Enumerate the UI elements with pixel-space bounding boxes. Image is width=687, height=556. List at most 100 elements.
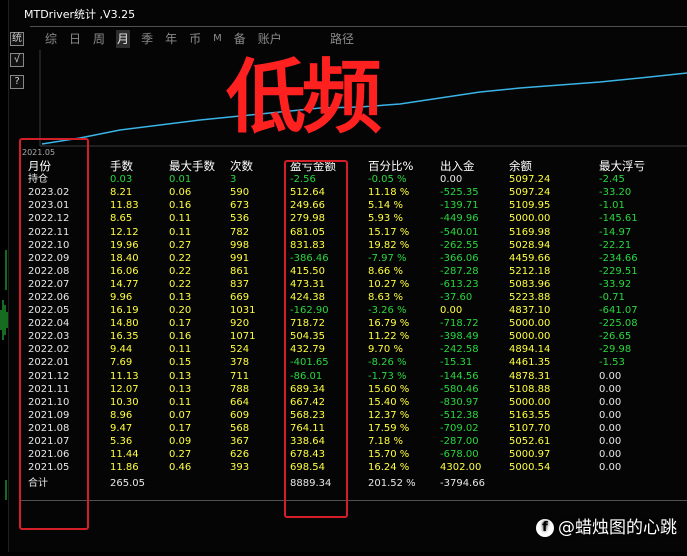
cell-deposit: -580.46 bbox=[440, 383, 479, 395]
cell-percent: 10.27 % bbox=[368, 278, 410, 290]
total-count bbox=[230, 474, 290, 490]
cell-deposit: -678.00 bbox=[440, 449, 479, 461]
cell-balance: 5097.24 bbox=[509, 187, 551, 199]
table-row[interactable]: 2022.02 9.44 0.11 524 432.79 9.70 % -242.58 489… bbox=[28, 343, 679, 356]
cell-count: 568 bbox=[230, 422, 250, 434]
table-row[interactable]: 2022.10 19.96 0.27 998 831.83 19.82 % -262.55 5… bbox=[28, 239, 679, 252]
cell-max-lots: 0.22 bbox=[169, 265, 192, 277]
table-row[interactable]: 持仓 0.03 0.01 3 -2.56 -0.05 % 0.00 5097.24 -2.45 bbox=[28, 173, 679, 186]
table-row[interactable]: 2021.08 9.47 0.17 568 764.11 17.59 % -709.02 51… bbox=[28, 422, 679, 435]
table-row[interactable]: 2022.11 12.12 0.11 782 681.05 15.17 % -540.01 5… bbox=[28, 225, 679, 238]
overlay-annotation: 低频 bbox=[226, 51, 382, 144]
table-row[interactable]: 2021.12 11.13 0.13 711 -86.01 -1.73 % -144.56 4… bbox=[28, 370, 679, 383]
table-row[interactable]: 2023.02 8.21 0.06 590 512.64 11.18 % -525.35 50… bbox=[28, 186, 679, 199]
cell-lots: 16.19 bbox=[110, 305, 139, 317]
cell-lots: 11.83 bbox=[110, 200, 139, 212]
cell-count: 673 bbox=[230, 200, 250, 212]
title-divider bbox=[30, 26, 687, 27]
cell-deposit: -37.60 bbox=[440, 291, 473, 303]
cell-percent: 15.70 % bbox=[368, 449, 410, 461]
cell-count: 837 bbox=[230, 278, 250, 290]
table-row[interactable]: 2021.05 11.86 0.46 393 698.54 16.24 % 4302.00 5… bbox=[28, 461, 679, 474]
cell-percent: 8.63 % bbox=[368, 291, 403, 303]
tab-week[interactable]: 周 bbox=[92, 30, 106, 48]
cell-max-drawdown: -33.20 bbox=[599, 187, 632, 199]
watermark-icon: f bbox=[536, 519, 554, 537]
cell-lots: 11.86 bbox=[110, 462, 139, 474]
table-row[interactable]: 2022.08 16.06 0.22 861 415.50 8.66 % -287.28 52… bbox=[28, 265, 679, 278]
cell-count: 524 bbox=[230, 344, 250, 356]
cell-max-lots: 0.11 bbox=[169, 396, 192, 408]
tab-account[interactable]: 账户 bbox=[257, 30, 283, 48]
table-row[interactable]: 2022.07 14.77 0.22 837 473.31 10.27 % -613.23 5… bbox=[28, 278, 679, 291]
cell-percent: -8.26 % bbox=[368, 357, 407, 369]
table-row[interactable]: 2021.10 10.30 0.11 664 667.42 15.40 % -830.97 5… bbox=[28, 396, 679, 409]
cell-max-lots: 0.07 bbox=[169, 409, 192, 421]
cell-count: 788 bbox=[230, 383, 250, 395]
cell-lots: 9.44 bbox=[110, 344, 133, 356]
table-row[interactable]: 2022.06 9.96 0.13 669 424.38 8.63 % -37.60 5223… bbox=[28, 291, 679, 304]
table-row[interactable]: 2022.04 14.80 0.17 920 718.72 16.79 % -718.72 5… bbox=[28, 317, 679, 330]
table-total-row: 合计 265.05 8889.34 201.52 % -3794.66 bbox=[28, 474, 679, 490]
total-divider bbox=[20, 500, 687, 501]
table-row[interactable]: 2021.11 12.07 0.13 788 689.34 15.60 % -580.46 5… bbox=[28, 383, 679, 396]
tab-currency[interactable]: 币 bbox=[188, 30, 202, 48]
cell-max-drawdown: 0.00 bbox=[599, 396, 622, 408]
cell-count: 590 bbox=[230, 187, 250, 199]
cell-deposit: -287.00 bbox=[440, 436, 479, 448]
cell-max-lots: 0.17 bbox=[169, 422, 192, 434]
cell-count: 393 bbox=[230, 462, 250, 474]
stats-button[interactable]: 统 bbox=[10, 32, 24, 46]
header-max-drawdown[interactable]: 最大浮亏 bbox=[599, 160, 679, 173]
cell-max-lots: 0.06 bbox=[169, 187, 192, 199]
table-row[interactable]: 2023.01 11.83 0.16 673 249.66 5.14 % -139.71 51… bbox=[28, 199, 679, 212]
table-row[interactable]: 2022.03 16.35 0.16 1071 504.35 11.22 % -398.49… bbox=[28, 330, 679, 343]
tab-path[interactable]: 路径 bbox=[330, 30, 354, 48]
cell-count: 711 bbox=[230, 370, 250, 382]
table-row[interactable]: 2021.07 5.36 0.09 367 338.64 7.18 % -287.00 505… bbox=[28, 435, 679, 448]
header-max-lots[interactable]: 最大手数 bbox=[169, 160, 230, 173]
tab-quarter[interactable]: 季 bbox=[140, 30, 154, 48]
cell-max-lots: 0.09 bbox=[169, 436, 192, 448]
table-row[interactable]: 2022.09 18.40 0.22 991 -386.46 -7.97 % -366.06… bbox=[28, 252, 679, 265]
tab-day[interactable]: 日 bbox=[68, 30, 82, 48]
tab-year[interactable]: 年 bbox=[164, 30, 178, 48]
period-tabs: 综 日 周 月 季 年 币 M 备 账户 bbox=[44, 30, 283, 48]
cell-percent: -7.97 % bbox=[368, 252, 407, 264]
tab-notes[interactable]: 备 bbox=[233, 30, 247, 48]
cell-percent: 15.17 % bbox=[368, 226, 410, 238]
header-count[interactable]: 次数 bbox=[230, 160, 290, 173]
cell-max-lots: 0.11 bbox=[169, 226, 192, 238]
cell-percent: 16.79 % bbox=[368, 318, 410, 330]
tab-m[interactable]: M bbox=[212, 30, 223, 48]
table-row[interactable]: 2022.05 16.19 0.20 1031 -162.90 -3.26 % 0.00 48… bbox=[28, 304, 679, 317]
cell-deposit: -525.35 bbox=[440, 187, 479, 199]
cell-balance: 4837.10 bbox=[509, 305, 551, 317]
header-balance[interactable]: 余额 bbox=[509, 160, 599, 173]
cell-deposit: 4302.00 bbox=[440, 462, 482, 474]
table-row[interactable]: 2021.09 8.96 0.07 609 568.23 12.37 % -512.38 51… bbox=[28, 409, 679, 422]
header-deposit[interactable]: 出入金 bbox=[440, 160, 509, 173]
header-percent[interactable]: 百分比% bbox=[368, 160, 440, 173]
header-lots[interactable]: 手数 bbox=[110, 160, 169, 173]
cell-deposit: -139.71 bbox=[440, 200, 479, 212]
cell-deposit: -540.01 bbox=[440, 226, 479, 238]
cell-deposit: 0.00 bbox=[440, 174, 463, 186]
cell-count: 664 bbox=[230, 396, 250, 408]
tab-summary[interactable]: 综 bbox=[44, 30, 58, 48]
table-row[interactable]: 2022.12 8.65 0.11 536 279.98 5.93 % -449.96 500… bbox=[28, 212, 679, 225]
table-row[interactable]: 2022.01 7.69 0.15 378 -401.65 -8.26 % -15.31 44… bbox=[28, 356, 679, 369]
cell-max-drawdown: 0.00 bbox=[599, 370, 622, 382]
cell-balance: 5108.88 bbox=[509, 383, 551, 395]
tab-month[interactable]: 月 bbox=[116, 30, 131, 48]
table-row[interactable]: 2021.06 11.44 0.27 626 678.43 15.70 % -678.00 5… bbox=[28, 448, 679, 461]
cell-balance: 5000.00 bbox=[509, 318, 551, 330]
cell-max-drawdown: 0.00 bbox=[599, 462, 622, 474]
highlight-box-month bbox=[19, 138, 89, 530]
cell-max-lots: 0.22 bbox=[169, 252, 192, 264]
total-percent: 201.52 % bbox=[368, 478, 416, 490]
cell-balance: 4461.35 bbox=[509, 357, 551, 369]
cell-balance: 5109.95 bbox=[509, 200, 551, 212]
cell-deposit: -262.55 bbox=[440, 239, 479, 251]
cell-max-drawdown: 0.00 bbox=[599, 422, 622, 434]
